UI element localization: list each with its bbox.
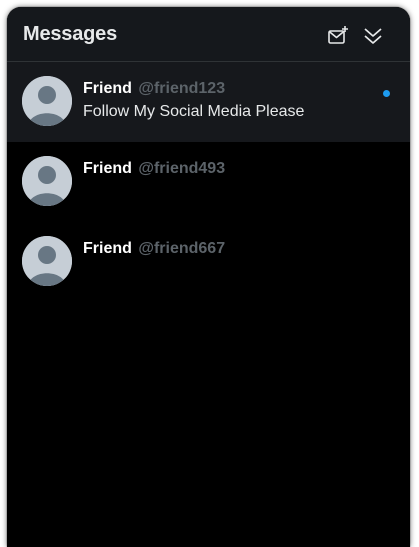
conversation-header: Friend @friend123 xyxy=(83,80,225,98)
collapse-chevrons-icon[interactable] xyxy=(362,25,384,47)
contact-handle: @friend667 xyxy=(138,240,226,257)
contact-name: Friend xyxy=(83,160,132,177)
conversation-item[interactable]: Friend @friend667 xyxy=(7,222,410,302)
new-message-icon[interactable] xyxy=(327,25,349,47)
avatar[interactable] xyxy=(22,236,72,286)
unread-indicator xyxy=(383,90,390,97)
contact-handle: @friend123 xyxy=(138,80,226,97)
conversation-list: Friend @friend123 Follow My Social Media… xyxy=(7,62,410,302)
contact-name: Friend xyxy=(83,240,132,257)
conversation-item[interactable]: Friend @friend123 Follow My Social Media… xyxy=(7,62,410,142)
contact-handle: @friend493 xyxy=(138,160,226,177)
messages-title: Messages xyxy=(23,23,118,45)
message-preview: Follow My Social Media Please xyxy=(83,103,305,120)
avatar[interactable] xyxy=(22,156,72,206)
conversation-header: Friend @friend667 xyxy=(83,240,225,258)
conversation-item[interactable]: Friend @friend493 xyxy=(7,142,410,222)
messages-drawer: Messages Friend @friend123 Follow My Soc… xyxy=(7,7,410,547)
conversation-header: Friend @friend493 xyxy=(83,160,225,178)
avatar[interactable] xyxy=(22,76,72,126)
contact-name: Friend xyxy=(83,80,132,97)
messages-header[interactable]: Messages xyxy=(7,7,410,62)
